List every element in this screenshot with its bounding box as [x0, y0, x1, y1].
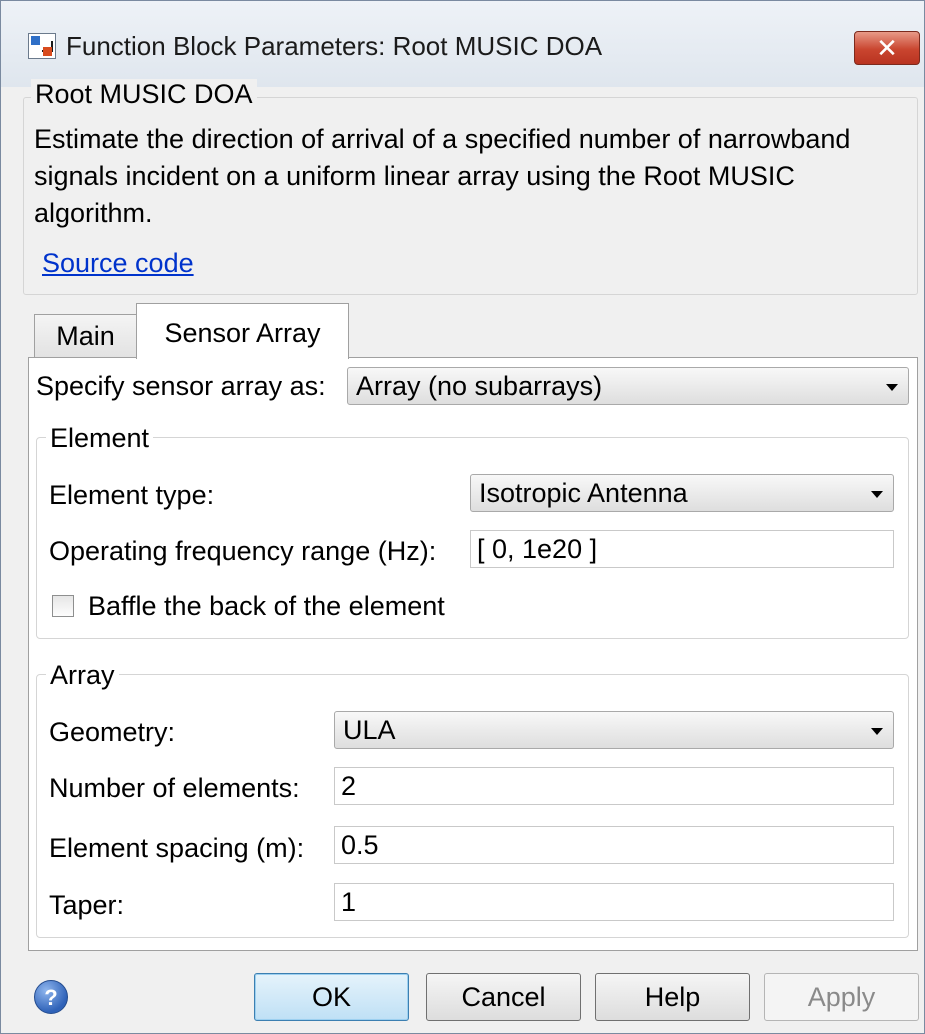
- help-button[interactable]: Help: [595, 973, 750, 1021]
- taper-field[interactable]: 1: [334, 883, 894, 921]
- tab-sensor-array[interactable]: Sensor Array: [136, 303, 349, 359]
- operating-frequency-field[interactable]: [ 0, 1e20 ]: [470, 530, 894, 568]
- geometry-dropdown[interactable]: ULA: [334, 711, 894, 749]
- operating-frequency-label: Operating frequency range (Hz):: [49, 536, 437, 566]
- block-description: Estimate the direction of arrival of a s…: [34, 124, 851, 228]
- array-group-title: Array: [46, 660, 119, 691]
- close-button[interactable]: ✕: [854, 31, 920, 65]
- chevron-down-icon: [886, 384, 898, 391]
- element-type-value: Isotropic Antenna: [479, 478, 688, 508]
- help-icon[interactable]: ?: [34, 980, 68, 1014]
- element-spacing-label: Element spacing (m):: [49, 833, 305, 863]
- close-icon: ✕: [876, 33, 898, 63]
- source-code-link[interactable]: Source code: [42, 248, 194, 279]
- specify-sensor-array-value: Array (no subarrays): [356, 371, 603, 401]
- element-group-title: Element: [46, 423, 154, 454]
- number-of-elements-field[interactable]: 2: [334, 767, 894, 805]
- simulink-block-icon: [28, 33, 56, 59]
- apply-button[interactable]: Apply: [764, 973, 919, 1021]
- geometry-label: Geometry:: [49, 717, 176, 747]
- dialog-window: Function Block Parameters: Root MUSIC DO…: [0, 0, 925, 1034]
- baffle-checkbox[interactable]: [52, 595, 74, 617]
- ok-button[interactable]: OK: [254, 973, 409, 1021]
- baffle-checkbox-label: Baffle the back of the element: [88, 591, 445, 621]
- geometry-value: ULA: [343, 715, 396, 745]
- specify-sensor-array-label: Specify sensor array as:: [36, 371, 326, 401]
- tab-main[interactable]: Main: [34, 314, 137, 358]
- taper-label: Taper:: [49, 890, 125, 920]
- chevron-down-icon: [871, 491, 883, 498]
- element-type-dropdown[interactable]: Isotropic Antenna: [470, 474, 894, 512]
- title-bar: Function Block Parameters: Root MUSIC DO…: [1, 1, 924, 87]
- element-spacing-field[interactable]: 0.5: [334, 826, 894, 864]
- chevron-down-icon: [871, 728, 883, 735]
- number-of-elements-label: Number of elements:: [49, 773, 300, 803]
- window-title: Function Block Parameters: Root MUSIC DO…: [66, 31, 603, 61]
- cancel-button[interactable]: Cancel: [426, 973, 581, 1021]
- description-group-title: Root MUSIC DOA: [31, 79, 257, 110]
- element-type-label: Element type:: [49, 480, 215, 510]
- specify-sensor-array-dropdown[interactable]: Array (no subarrays): [347, 367, 909, 405]
